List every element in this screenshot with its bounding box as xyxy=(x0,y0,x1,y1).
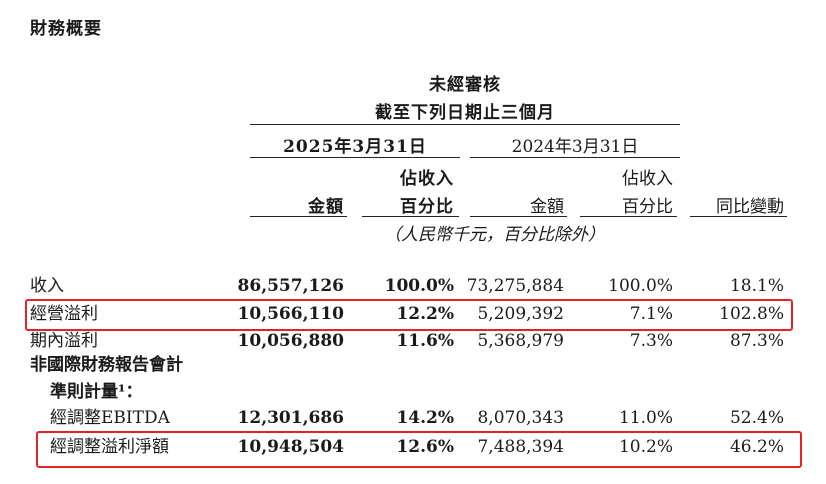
period-label: 截至下列日期止三個月 xyxy=(375,103,555,123)
date-2025: 2025年3月31日 xyxy=(283,137,427,157)
cell-pct-2024: 7.3% xyxy=(629,331,673,351)
row-label: 經調整EBITDA xyxy=(50,408,170,428)
table-row-continuation: 準則計量¹： xyxy=(0,380,826,404)
cell-yoy: 18.1% xyxy=(729,276,784,296)
highlight-box-adjusted-net-profit xyxy=(36,431,802,468)
unit-note: （人民幣千元，百分比除外） xyxy=(384,225,605,245)
cell-pct-2024: 11.0% xyxy=(618,408,673,428)
col-rule-3 xyxy=(470,216,567,217)
date-2024-rule xyxy=(470,157,680,158)
cell-pct-2025: 11.6% xyxy=(396,331,454,351)
row-label: 收入 xyxy=(30,276,64,296)
cell-pct-2024: 100.0% xyxy=(608,276,673,296)
col-amount-2025: 金額 xyxy=(308,197,344,217)
row-label: 非國際財務報告會計 xyxy=(30,355,183,375)
col-pct-2025-line2: 百分比 xyxy=(400,197,454,217)
table-row: 經調整EBITDA 12,301,686 14.2% 8,070,343 11.… xyxy=(0,406,826,430)
col-yoy: 同比變動 xyxy=(716,197,784,217)
col-amount-2024: 金額 xyxy=(530,197,564,217)
cell-yoy: 52.4% xyxy=(729,408,784,428)
cell-value-2025: 10,056,880 xyxy=(237,331,344,351)
col-rule-4 xyxy=(580,216,677,217)
date-2025-rule xyxy=(250,157,460,158)
cell-value-2024: 73,275,884 xyxy=(466,276,564,296)
cell-pct-2025: 100.0% xyxy=(384,276,454,296)
row-label: 期內溢利 xyxy=(30,331,98,351)
col-pct-2025-line1: 佔收入 xyxy=(400,169,454,189)
cell-value-2024: 5,368,979 xyxy=(477,331,564,351)
audit-label: 未經審核 xyxy=(429,75,501,95)
page-title: 財務概要 xyxy=(30,19,102,39)
cell-value-2025: 86,557,126 xyxy=(237,276,344,296)
col-pct-2024-line1: 佔收入 xyxy=(622,169,673,189)
col-rule-1 xyxy=(250,216,347,217)
col-rule-2 xyxy=(362,216,459,217)
table-row: 收入 86,557,126 100.0% 73,275,884 100.0% 1… xyxy=(0,274,826,298)
cell-value-2025: 12,301,686 xyxy=(237,408,344,428)
header-rule xyxy=(250,124,680,125)
cell-yoy: 87.3% xyxy=(729,331,784,351)
cell-pct-2025: 14.2% xyxy=(396,408,454,428)
highlight-box-operating-profit xyxy=(25,299,793,331)
col-pct-2024-line2: 百分比 xyxy=(622,197,673,217)
cell-value-2024: 8,070,343 xyxy=(477,408,564,428)
date-2024: 2024年3月31日 xyxy=(511,137,639,157)
table-row: 期內溢利 10,056,880 11.6% 5,368,979 7.3% 87.… xyxy=(0,329,826,353)
col-rule-5 xyxy=(690,216,787,217)
table-row: 非國際財務報告會計 xyxy=(0,353,826,377)
row-label-line2: 準則計量¹： xyxy=(50,382,143,402)
